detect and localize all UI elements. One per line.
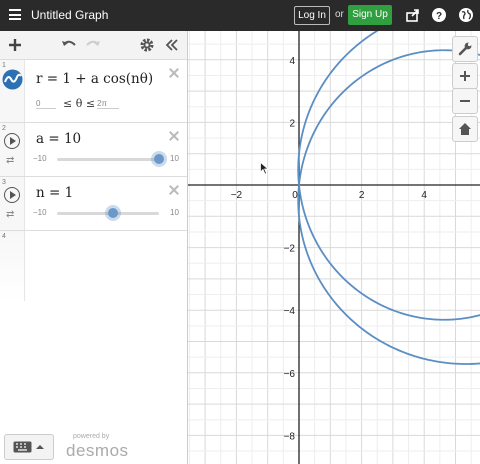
- y-tick-label: 4: [289, 56, 295, 67]
- y-tick-label: −4: [284, 306, 296, 317]
- delete-expression-icon[interactable]: [169, 185, 179, 195]
- y-tick-label: 2: [289, 118, 295, 129]
- slider-min[interactable]: −10: [33, 208, 47, 217]
- loop-icon[interactable]: ⇄: [6, 155, 14, 166]
- globe-icon[interactable]: [458, 7, 474, 23]
- y-tick-label: −8: [284, 431, 296, 442]
- slider-track[interactable]: [57, 154, 164, 164]
- zoom-out-button[interactable]: [452, 88, 478, 114]
- slider-handle[interactable]: [154, 154, 164, 164]
- x-tick-label: 0: [292, 190, 298, 201]
- undo-icon[interactable]: [60, 36, 78, 54]
- expression-number: 4: [2, 233, 6, 240]
- domain-max-input[interactable]: 2π: [97, 99, 119, 109]
- expression-number: 2: [2, 125, 6, 132]
- y-tick-label: −2: [284, 244, 296, 255]
- delete-expression-icon[interactable]: [169, 68, 179, 78]
- settings-gear-icon[interactable]: [138, 36, 156, 54]
- expression-formula[interactable]: r = 1 + a cos(nθ): [36, 71, 153, 87]
- share-icon[interactable]: [405, 7, 421, 23]
- collapse-panel-icon[interactable]: [163, 36, 181, 54]
- add-icon[interactable]: [6, 36, 24, 54]
- expression-formula[interactable]: a = 10: [36, 131, 81, 147]
- graph-paper[interactable]: −2 0 2 4 4 2 −2 −4 −6 −8: [188, 31, 480, 464]
- graph-title[interactable]: Untitled Graph: [31, 8, 108, 22]
- expression-panel: 1 r = 1 + a cos(nθ) 0 ≤ θ ≤ 2π 2 ⇄ a = 1…: [0, 31, 188, 464]
- svg-text:?: ?: [436, 11, 442, 22]
- slider-max[interactable]: 10: [170, 154, 179, 163]
- expression-number: 3: [2, 179, 6, 186]
- wrench-icon: [458, 42, 472, 56]
- expression-row-2[interactable]: 2 ⇄ a = 10 −10 10: [0, 123, 187, 177]
- slider-handle[interactable]: [108, 208, 119, 218]
- mouse-cursor-icon: [260, 162, 269, 175]
- keyboard-toggle-button[interactable]: [4, 434, 54, 460]
- menu-icon[interactable]: [9, 9, 21, 20]
- domain-min-input[interactable]: 0: [36, 99, 56, 109]
- x-tick-label: 4: [421, 190, 427, 201]
- expression-row-4[interactable]: 4: [0, 231, 187, 301]
- zoom-in-button[interactable]: [452, 63, 478, 89]
- expression-number: 1: [2, 62, 6, 69]
- expression-formula[interactable]: n = 1: [36, 185, 73, 201]
- top-bar: Untitled Graph Log In or Sign Up ?: [0, 0, 480, 31]
- signup-button[interactable]: Sign Up: [348, 5, 392, 25]
- plus-icon: [460, 71, 470, 81]
- domain-inequality: ≤ θ ≤: [63, 97, 96, 110]
- keyboard-icon: [13, 441, 44, 453]
- home-icon: [459, 123, 471, 135]
- polar-curve-icon[interactable]: [2, 69, 23, 90]
- slider-max[interactable]: 10: [170, 208, 179, 217]
- x-tick-label: 2: [359, 190, 365, 201]
- expression-row-1[interactable]: 1 r = 1 + a cos(nθ) 0 ≤ θ ≤ 2π: [0, 60, 187, 123]
- graph-canvas[interactable]: −2 0 2 4 4 2 −2 −4 −6 −8: [188, 31, 480, 464]
- home-zoom-button[interactable]: [452, 116, 478, 142]
- y-tick-label: −6: [284, 369, 296, 380]
- redo-icon[interactable]: [84, 36, 102, 54]
- powered-by-label: powered by: [73, 433, 110, 440]
- slider-min[interactable]: −10: [33, 154, 47, 163]
- x-tick-label: −2: [231, 190, 243, 201]
- graph-settings-button[interactable]: [452, 36, 478, 62]
- expression-toolbar: [0, 31, 187, 60]
- play-slider-icon[interactable]: [4, 187, 20, 203]
- expression-row-3[interactable]: 3 ⇄ n = 1 −10 10: [0, 177, 187, 231]
- loop-icon[interactable]: ⇄: [6, 209, 14, 220]
- or-label: or: [335, 9, 344, 20]
- desmos-logo[interactable]: desmos: [66, 441, 129, 461]
- play-slider-icon[interactable]: [4, 133, 20, 149]
- minus-icon: [460, 100, 470, 102]
- login-button[interactable]: Log In: [294, 6, 330, 25]
- help-icon[interactable]: ?: [431, 7, 447, 23]
- panel-footer: powered by desmos: [0, 430, 187, 464]
- slider-track[interactable]: [57, 208, 159, 218]
- delete-expression-icon[interactable]: [169, 131, 179, 141]
